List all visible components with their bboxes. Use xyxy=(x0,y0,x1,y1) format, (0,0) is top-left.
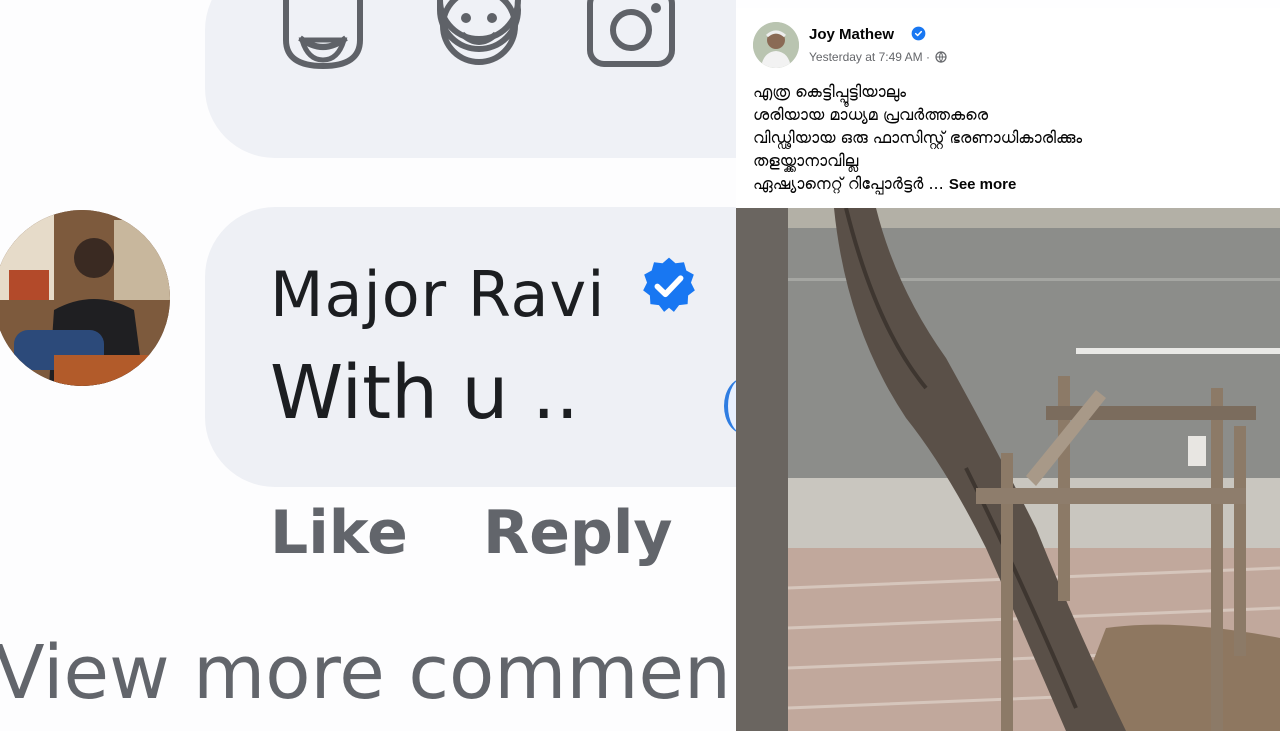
verified-badge-icon xyxy=(638,255,700,317)
post-text: എത്ര കെട്ടിപ്പൂട്ടിയാലും ശരിയായ മാധ്യമ പ… xyxy=(753,80,1273,196)
view-more-comments-link[interactable]: View more commen xyxy=(0,630,731,716)
post-line: എത്ര കെട്ടിപ്പൂട്ടിയാലും xyxy=(753,82,907,101)
reply-button[interactable]: Reply xyxy=(483,498,673,568)
post-line: വിഡ്ഢിയായ ഒരു ഫാസിസ്റ്റ് ഭരണാധികാരിക്കും xyxy=(753,128,1083,147)
see-more-link[interactable]: See more xyxy=(949,176,1017,193)
comment-section: Major Ravi With u .. Like Reply View mor… xyxy=(0,0,736,731)
comment-author-name[interactable]: Major Ravi xyxy=(270,258,605,331)
comment-text: With u .. xyxy=(270,350,580,436)
post-photo[interactable] xyxy=(736,208,1280,731)
commenter-avatar[interactable] xyxy=(0,210,170,386)
facebook-post: Joy Mathew Yesterday at 7:49 AM · എത്ര ക… xyxy=(736,8,1280,731)
post-line: ഏഷ്യാനെറ്റ് റിപ്പോർട്ടർ ... xyxy=(753,174,944,193)
post-author-name[interactable]: Joy Mathew xyxy=(809,26,894,43)
emoji-icon[interactable] xyxy=(434,0,524,72)
verified-badge-icon xyxy=(911,26,926,41)
post-line: തളയ്ക്കാനാവില്ല xyxy=(753,151,859,170)
globe-icon xyxy=(935,51,947,63)
post-line: ശരിയായ മാധ്യമ പ്രവർത്തകരെ xyxy=(753,105,989,124)
post-time-text: Yesterday at 7:49 AM · xyxy=(809,50,930,64)
post-timestamp[interactable]: Yesterday at 7:49 AM · xyxy=(809,50,947,64)
sticker-icon[interactable] xyxy=(278,0,368,72)
post-author-avatar[interactable] xyxy=(753,22,799,68)
camera-icon[interactable] xyxy=(586,0,676,72)
comment-bubble xyxy=(205,207,736,487)
post-line-last: ഏഷ്യാനെറ്റ് റിപ്പോർട്ടർ ... See more xyxy=(753,172,1273,196)
like-button[interactable]: Like xyxy=(270,498,408,568)
